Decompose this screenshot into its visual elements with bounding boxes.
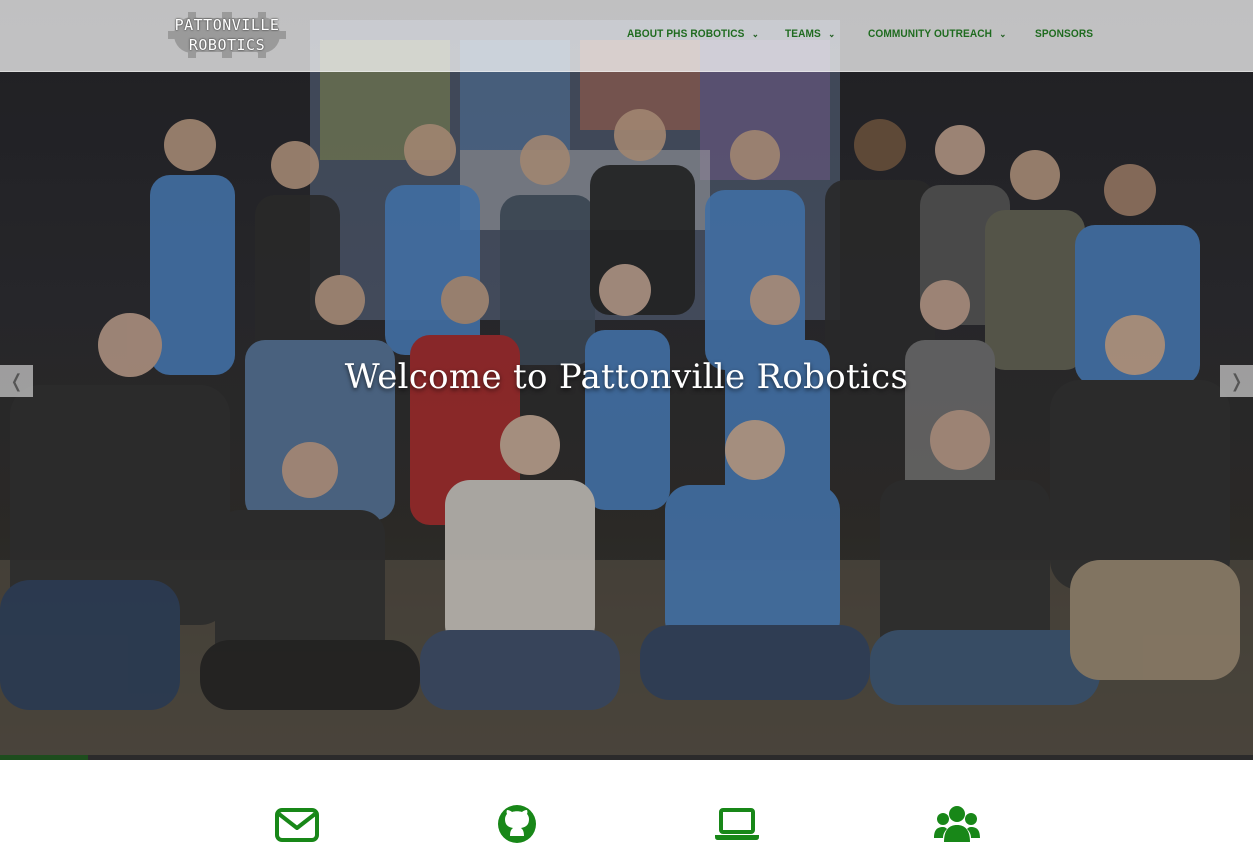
nav-item-label: TEAMS [785, 28, 821, 40]
nav-item-teams[interactable]: TEAMS ⌄ [785, 28, 835, 40]
chevron-left-icon: ❬ [8, 370, 25, 392]
logo-text-line1: PATTONVILLE [174, 16, 280, 34]
nav-item-label: SPONSORS [1035, 28, 1094, 40]
hero-slider: Welcome to Pattonville Robotics ❬ ❭ [0, 0, 1253, 760]
slider-next-button[interactable]: ❭ [1220, 365, 1253, 397]
site-logo[interactable]: PATTONVILLE ROBOTICS [162, 12, 292, 58]
nav-item-sponsors[interactable]: SPONSORS [1035, 28, 1093, 40]
nav-item-community-outreach[interactable]: COMMUNITY OUTREACH ⌄ [868, 28, 1006, 40]
github-icon[interactable] [494, 802, 540, 848]
chevron-right-icon: ❭ [1228, 370, 1245, 392]
envelope-icon[interactable] [274, 802, 320, 848]
hero-headline: Welcome to Pattonville Robotics [344, 357, 909, 397]
logo-text-line2: ROBOTICS [188, 36, 266, 54]
chevron-down-icon: ⌄ [751, 29, 759, 39]
chevron-down-icon: ⌄ [999, 29, 1007, 39]
chevron-down-icon: ⌄ [828, 29, 836, 39]
nav-item-label: COMMUNITY OUTREACH [868, 28, 993, 40]
nav-item-about[interactable]: ABOUT PHS ROBOTICS ⌄ [627, 28, 759, 40]
icon-links-row [0, 760, 1253, 853]
site-header: PATTONVILLE ROBOTICS ABOUT PHS ROBOTICS ⌄… [0, 0, 1253, 72]
slider-prev-button[interactable]: ❬ [0, 365, 33, 397]
laptop-icon[interactable] [714, 802, 760, 848]
users-icon[interactable] [934, 802, 980, 848]
nav-item-label: ABOUT PHS ROBOTICS [627, 28, 745, 40]
